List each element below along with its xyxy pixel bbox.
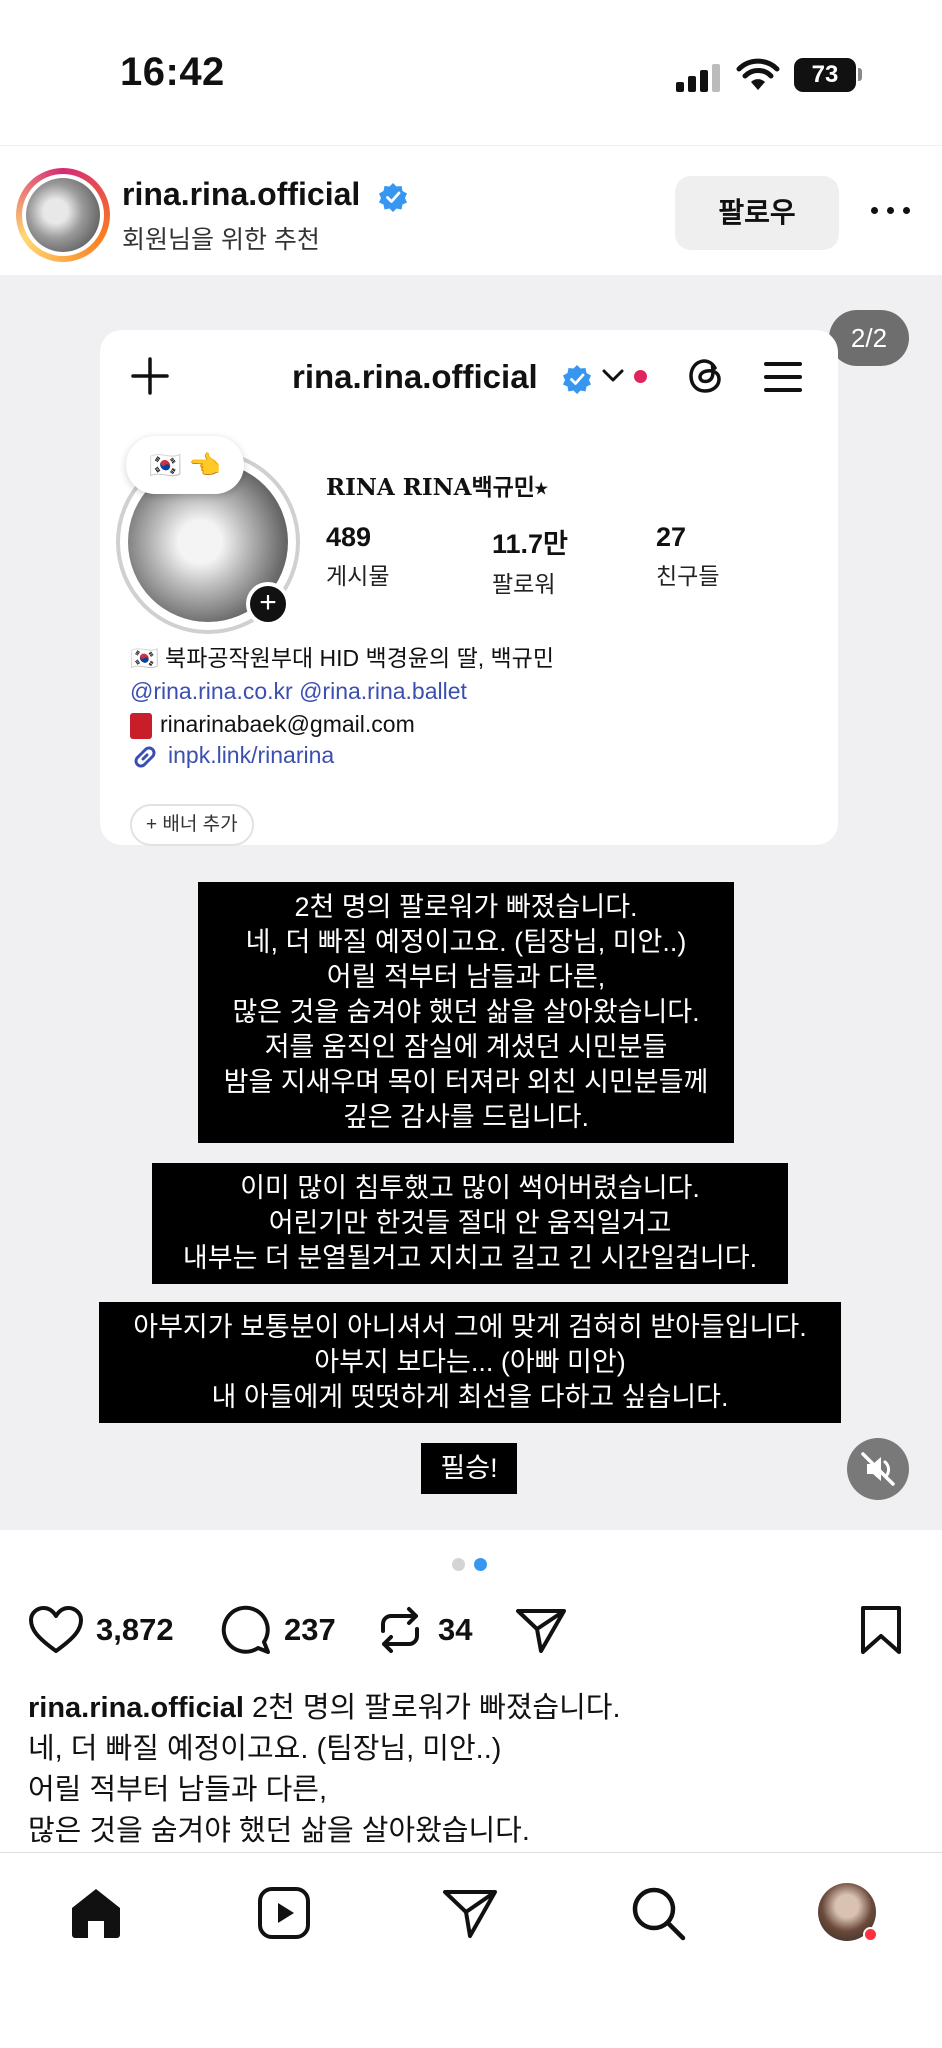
bookmark-icon[interactable] [858,1604,904,1656]
stat-value: 27 [656,522,687,552]
profile-note: 🇰🇷 👈 [126,436,244,494]
comment-action[interactable]: 237 [218,1600,336,1660]
action-bar: 3,872 237 34 [0,1600,942,1660]
repost-action[interactable]: 34 [374,1600,472,1660]
story-line: 밤을 지새우며 목이 터져라 외친 시민분들께 [223,1067,709,1097]
status-time: 16:42 [120,50,225,94]
search-icon[interactable] [628,1883,688,1943]
stat-value: 11.7만 [492,529,568,559]
profile-bio: 🇰🇷 북파공작원부대 HID 백경윤의 딸, 백규민 @rina.rina.co… [130,642,820,741]
bottom-tab-bar [0,1852,942,2048]
more-options-icon[interactable] [866,190,916,230]
follow-button[interactable]: 팔로우 [675,176,839,250]
like-count: 3,872 [96,1612,174,1647]
home-icon[interactable] [66,1883,126,1943]
post-media[interactable]: 2/2 rina.rina.official 🇰🇷 👈 + RINA RINA백… [0,275,942,1530]
comment-icon[interactable] [218,1603,272,1657]
cellular-signal-icon [676,62,720,92]
verified-badge-icon [379,183,407,212]
bio-email: rinarinabaek@gmail.com [160,711,415,737]
story-line: 네, 더 빠질 예정이고요. (팀장님, 미안..) [245,927,687,957]
story-line: 아부지가 보통분이 아니셔서 그에 맞게 검혀히 받아들입니다. [133,1312,807,1342]
share-action[interactable] [514,1600,568,1660]
story-line: 필승! [440,1453,498,1483]
menu-icon [764,360,804,394]
story-line: 깊은 감사를 드립니다. [342,1102,590,1132]
plus-icon [131,357,169,395]
story-line: 많은 것을 숨겨야 했던 삶을 살아왔습니다. [232,997,700,1027]
slide-counter: 2/2 [829,310,909,366]
mute-toggle[interactable] [847,1438,909,1500]
bio-line: 🇰🇷 북파공작원부대 HID 백경윤의 딸, 백규민 [130,645,554,671]
caption-line: 네, 더 빠질 예정이고요. (팀장님, 미안..) [28,1733,502,1765]
story-text-block: 아부지가 보통분이 아니셔서 그에 맞게 검혀히 받아들입니다. 아부지 보다는… [99,1302,841,1423]
caption-line: 어릴 적부터 남들과 다른, [28,1774,328,1806]
verified-badge-icon [563,365,591,394]
stat-posts: 489 게시물 [326,522,389,591]
wifi-icon [736,58,780,90]
bio-link-text: inpk.link/rinarina [168,742,335,769]
notification-dot [863,1927,878,1942]
comment-count: 237 [284,1612,336,1647]
profile-display-name: RINA RINA백규민⭑ [326,474,548,501]
add-banner-button: + 배너 추가 [130,804,254,846]
link-icon [134,746,156,768]
story-line: 내부는 더 분열될거고 지치고 길고 긴 시간일겁니다. [182,1243,758,1273]
stat-label: 팔로워 [492,571,556,597]
repost-icon[interactable] [374,1604,426,1656]
story-line: 이미 많이 침투했고 많이 썩어버렸습니다. [240,1173,700,1203]
story-line: 내 아들에게 떳떳하게 최선을 다하고 싶습니다. [211,1382,729,1412]
stat-label: 게시물 [326,563,390,589]
stat-followers: 11.7만 팔로워 [492,522,568,599]
send-icon[interactable] [440,1883,500,1943]
caption-username[interactable]: rina.rina.official [28,1692,244,1724]
stat-value: 489 [326,522,372,552]
profile-screenshot: rina.rina.official 🇰🇷 👈 + RINA RINA백규민⭑ … [100,330,838,846]
story-text-block: 이미 많이 침투했고 많이 썩어버렸습니다. 어린기만 한것들 절대 안 움직일… [152,1163,788,1284]
suggested-label: 회원님을 위한 추천 [122,226,320,254]
bio-link: inpk.link/rinarina [130,742,334,772]
carousel-indicator [450,1558,500,1572]
send-icon[interactable] [514,1603,568,1657]
stat-friends: 27 친구들 [656,522,719,591]
story-line: 어린기만 한것들 절대 안 움직일거고 [268,1208,672,1238]
post-caption: rina.rina.official 2천 명의 팔로워가 빠졌습니다. 네, … [28,1688,918,1852]
story-text-block: 필승! [421,1443,517,1494]
stat-label: 친구들 [656,563,720,589]
caption-line: 많은 것을 숨겨야 했던 삶을 살아왔습니다. [28,1815,530,1847]
post-header: rina.rina.official 회원님을 위한 추천 팔로우 [0,145,942,275]
caption-text: 2천 명의 팔로워가 빠졌습니다. [243,1692,621,1724]
battery-indicator: 73 [794,58,856,92]
status-bar: 16:42 73 [0,0,942,145]
story-text-block: 2천 명의 팔로워가 빠졌습니다. 네, 더 빠질 예정이고요. (팀장님, 미… [198,882,734,1143]
story-line: 2천 명의 팔로워가 빠졌습니다. [294,892,638,922]
story-line: 어릴 적부터 남들과 다른, [326,962,606,992]
story-line: 아부지 보다는... (아빠 미안) [314,1347,626,1377]
save-action[interactable] [858,1600,904,1660]
like-action[interactable]: 3,872 [28,1600,174,1660]
chevron-down-icon [602,369,624,382]
heart-icon[interactable] [28,1605,84,1655]
add-story-icon: + [246,582,290,626]
bio-mention: @rina.rina.ballet [299,678,467,704]
profile-username: rina.rina.official [292,358,538,395]
battery-cap [858,68,862,81]
mailbox-icon [130,712,152,739]
notification-dot [634,370,647,383]
story-line: 저를 움직인 잠실에 계셨던 시민분들 [264,1032,668,1062]
speaker-muted-icon [861,1452,895,1486]
threads-icon [689,359,721,393]
repost-count: 34 [438,1612,473,1647]
reels-icon[interactable] [254,1883,314,1943]
author-avatar[interactable] [16,168,110,262]
author-username[interactable]: rina.rina.official [122,176,360,213]
bio-mention: @rina.rina.co.kr [130,678,293,704]
